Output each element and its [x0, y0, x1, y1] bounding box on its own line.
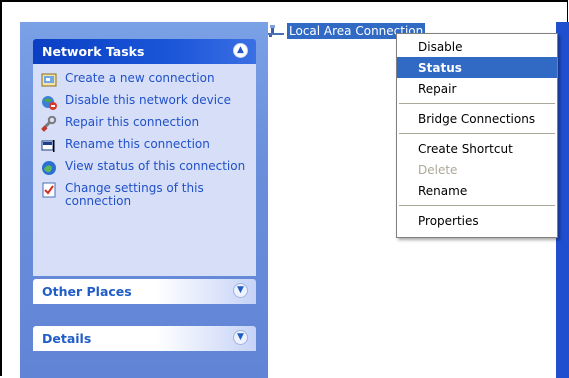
- task-rename-connection[interactable]: Rename this connection: [41, 138, 248, 154]
- task-label: Repair this connection: [65, 115, 200, 129]
- network-connection-icon: [268, 25, 284, 37]
- details-title: Details: [42, 331, 92, 346]
- menu-separator: [399, 103, 555, 104]
- collapse-icon[interactable]: ▲: [233, 43, 248, 58]
- menu-separator: [399, 205, 555, 206]
- task-label: Change settings of this connection: [65, 181, 204, 208]
- network-tasks-header[interactable]: Network Tasks ▲: [33, 39, 256, 64]
- rename-icon: [41, 140, 55, 152]
- other-places-panel: Other Places ▼: [33, 279, 256, 304]
- menu-separator: [399, 133, 555, 134]
- other-places-title: Other Places: [42, 284, 132, 299]
- disable-device-icon: [42, 96, 57, 110]
- network-tasks-list: Create a new connection Disable this net…: [33, 64, 256, 276]
- menu-item-bridge-connections[interactable]: Bridge Connections: [397, 108, 557, 129]
- task-change-settings[interactable]: Change settings of this connection: [41, 182, 248, 208]
- task-label: Disable this network device: [65, 93, 232, 107]
- network-tasks-panel: Network Tasks ▲ Create a new connection: [33, 39, 256, 276]
- menu-item-rename[interactable]: Rename: [397, 180, 557, 201]
- task-view-status[interactable]: View status of this connection: [41, 160, 248, 176]
- menu-item-disable[interactable]: Disable: [397, 36, 557, 57]
- task-label: Create a new connection: [65, 71, 215, 85]
- menu-item-delete: Delete: [418, 162, 458, 177]
- task-create-connection[interactable]: Create a new connection: [41, 72, 248, 88]
- details-panel: Details ▼: [33, 326, 256, 351]
- task-label: View status of this connection: [65, 159, 246, 173]
- menu-item-repair[interactable]: Repair: [397, 78, 557, 99]
- task-pane: Network Tasks ▲ Create a new connection: [20, 22, 268, 378]
- network-tasks-title: Network Tasks: [42, 44, 145, 59]
- menu-item-status[interactable]: Status: [397, 57, 557, 78]
- details-header[interactable]: Details ▼: [33, 326, 256, 351]
- context-menu: Disable Status Repair Bridge Connections…: [396, 33, 558, 238]
- status-icon: [42, 161, 56, 175]
- expand-icon[interactable]: ▼: [233, 330, 248, 345]
- task-repair-connection[interactable]: Repair this connection: [41, 116, 248, 132]
- settings-icon: [42, 182, 56, 198]
- task-disable-device[interactable]: Disable this network device: [41, 94, 248, 110]
- other-places-header[interactable]: Other Places ▼: [33, 279, 256, 304]
- new-connection-icon: [41, 73, 57, 87]
- menu-item-create-shortcut[interactable]: Create Shortcut: [397, 138, 557, 159]
- repair-icon: [41, 116, 57, 132]
- menu-item-properties[interactable]: Properties: [397, 210, 557, 231]
- task-label: Rename this connection: [65, 137, 210, 151]
- expand-icon[interactable]: ▼: [233, 283, 248, 298]
